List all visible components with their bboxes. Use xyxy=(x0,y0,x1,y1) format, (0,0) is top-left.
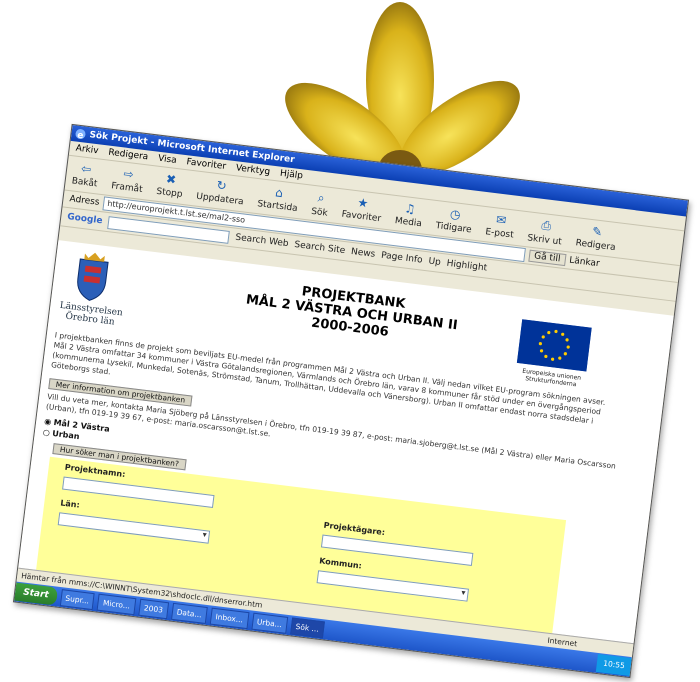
program-radio-group: ◉ Mål 2 Västra ○ Urban xyxy=(42,416,110,446)
menu-visa[interactable]: Visa xyxy=(157,152,177,168)
history-icon: ◷ xyxy=(449,206,462,222)
stop-button[interactable]: ✖ Stopp xyxy=(156,171,185,200)
stop-icon: ✖ xyxy=(165,171,177,187)
lan-label: Län: xyxy=(59,498,81,510)
projektnamn-input[interactable] xyxy=(62,476,215,508)
up-button[interactable]: Up xyxy=(428,256,441,267)
search-web-button[interactable]: Search Web xyxy=(235,233,289,249)
taskbar-item[interactable]: Micro... xyxy=(97,593,137,615)
page-heading: PROJEKTBANK MÅL 2 VÄSTRA OCH URBAN II 20… xyxy=(245,284,459,341)
system-clock: 10:55 xyxy=(596,654,632,676)
menu-hjalp[interactable]: Hjälp xyxy=(279,167,304,184)
menu-arkiv[interactable]: Arkiv xyxy=(75,142,99,159)
forward-arrow-icon: ⇨ xyxy=(122,166,135,182)
refresh-button[interactable]: ↻ Uppdatera xyxy=(196,176,246,207)
refresh-icon: ↻ xyxy=(215,178,228,194)
county-crest-logo xyxy=(77,252,109,301)
projektagare-label: Projektägare: xyxy=(323,520,386,538)
google-logo: Google xyxy=(66,212,104,227)
highlight-button[interactable]: Highlight xyxy=(446,259,488,274)
taskbar-item-active[interactable]: Sök ... xyxy=(289,616,325,638)
edit-button[interactable]: ✎ Redigera xyxy=(575,222,618,253)
search-icon: ⌕ xyxy=(317,190,326,205)
go-button[interactable]: Gå till xyxy=(528,249,567,267)
mail-icon: ✉ xyxy=(495,212,508,228)
taskbar-item[interactable]: Urba... xyxy=(250,612,288,634)
back-arrow-icon: ⇦ xyxy=(80,161,93,177)
browser-window: e Sök Projekt - Microsoft Internet Explo… xyxy=(12,123,690,679)
forward-button[interactable]: ⇨ Framåt xyxy=(111,165,145,195)
address-label: Adress xyxy=(68,194,101,208)
eu-flag-icon xyxy=(516,319,592,372)
search-site-button[interactable]: Search Site xyxy=(294,240,346,256)
home-button[interactable]: ⌂ Startsida xyxy=(257,183,300,214)
news-button[interactable]: News xyxy=(350,247,375,260)
media-icon: ♫ xyxy=(403,201,417,217)
lan-select[interactable] xyxy=(57,512,211,544)
taskbar-item[interactable]: Inbox... xyxy=(209,607,250,629)
links-button[interactable]: Länkar xyxy=(569,256,601,270)
history-button[interactable]: ◷ Tidigare xyxy=(435,205,474,236)
mail-button[interactable]: ✉ E-post xyxy=(485,211,516,240)
media-button[interactable]: ♫ Media xyxy=(394,200,424,229)
back-button[interactable]: ⇦ Bakåt xyxy=(71,160,100,189)
lansstyrelsen-label: Länsstyrelsen Örebro län xyxy=(59,300,124,328)
favorites-button[interactable]: ★ Favoriter xyxy=(341,194,384,224)
projektnamn-label: Projektnamn: xyxy=(64,462,126,480)
kommun-label: Kommun: xyxy=(318,556,363,571)
edit-icon: ✎ xyxy=(591,224,604,240)
kommun-select[interactable] xyxy=(316,570,469,602)
taskbar-item[interactable]: 2003 xyxy=(137,598,169,619)
svg-text:e: e xyxy=(77,131,84,141)
taskbar-item[interactable]: Data... xyxy=(170,602,208,624)
taskbar-item[interactable]: Supr... xyxy=(59,588,96,610)
home-icon: ⌂ xyxy=(274,185,284,201)
page-info-button[interactable]: Page Info xyxy=(381,251,424,266)
printer-icon: ⎙ xyxy=(540,217,553,233)
ie-logo-icon: e xyxy=(75,129,86,141)
start-button[interactable]: Start xyxy=(14,582,58,606)
print-button[interactable]: ⎙ Skriv ut xyxy=(527,216,565,246)
star-icon: ★ xyxy=(356,195,370,211)
search-button[interactable]: ⌕ Sök xyxy=(311,189,331,218)
